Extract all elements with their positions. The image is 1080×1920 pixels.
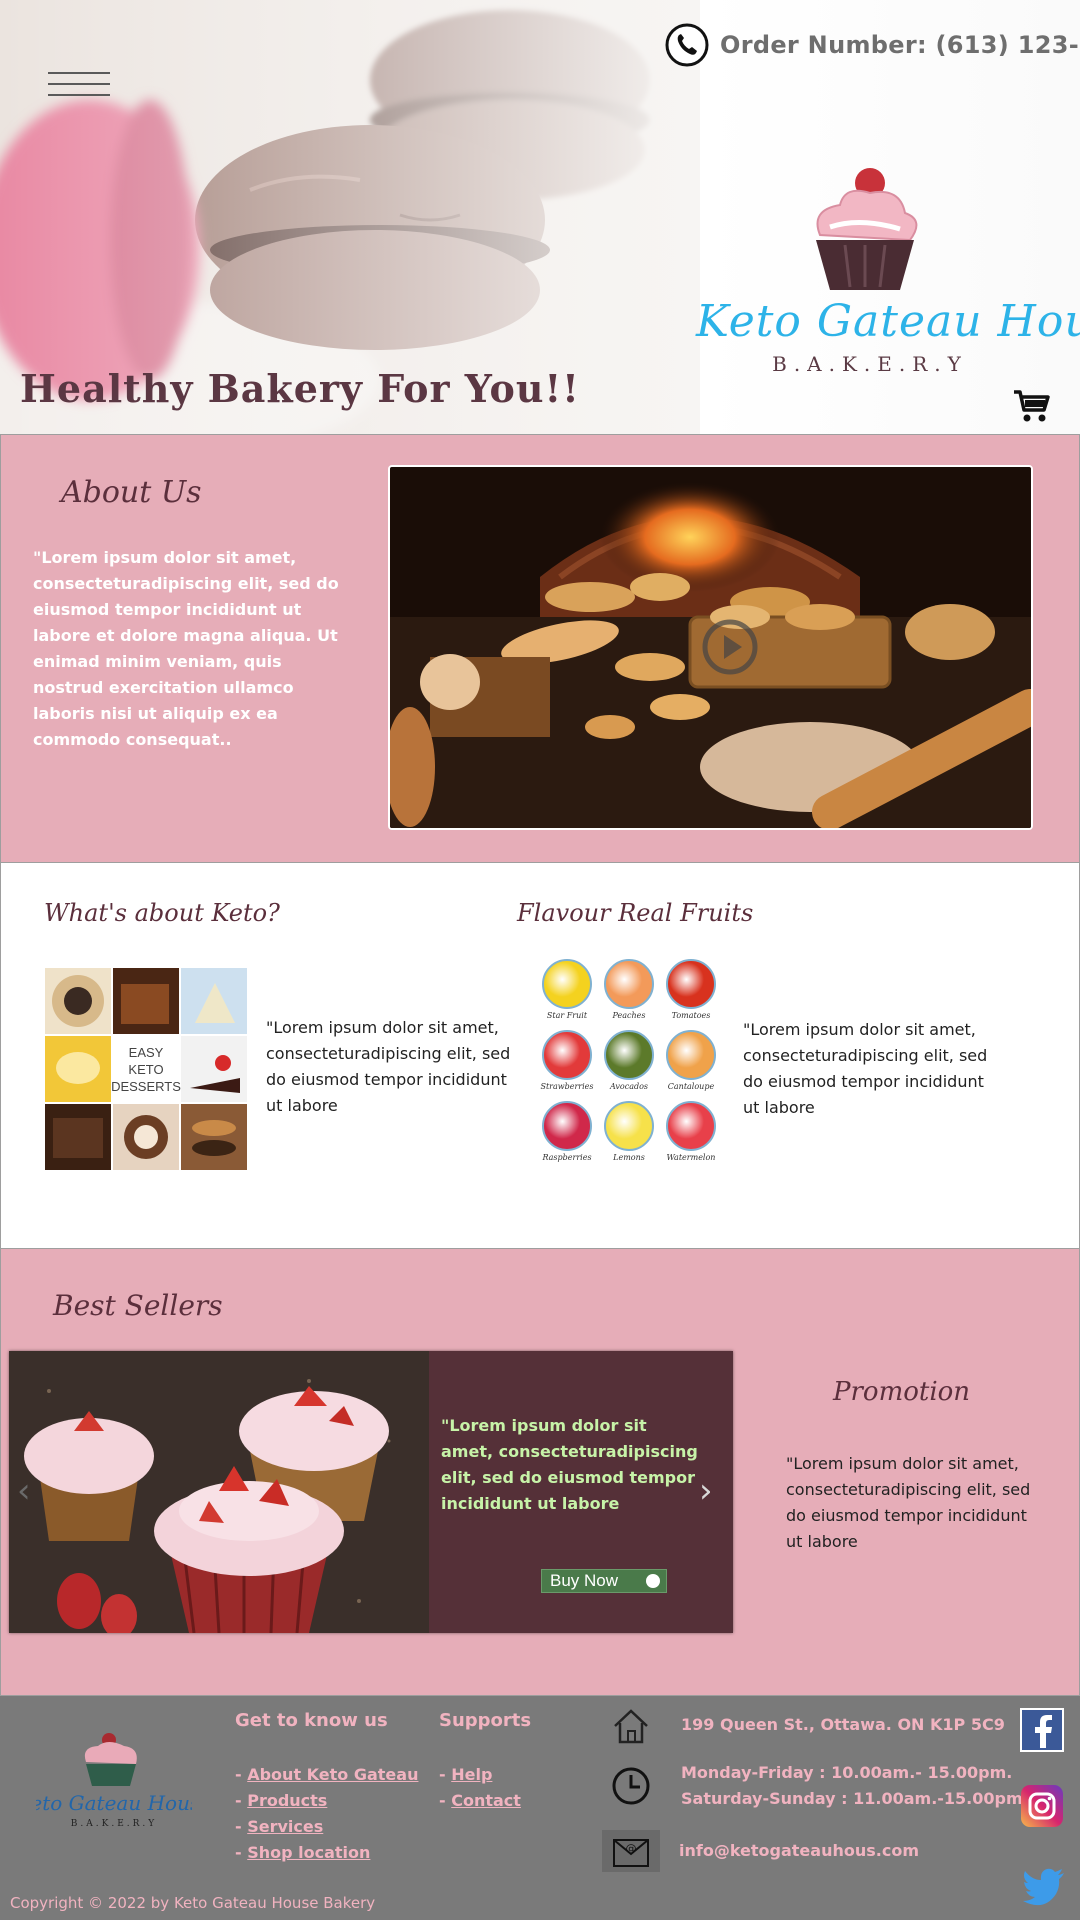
supports-links: - Help - Contact: [439, 1762, 521, 1814]
fruit-image: [604, 959, 654, 1009]
supports-heading: Supports: [439, 1710, 532, 1731]
fruit-label: Strawberries: [540, 1082, 594, 1091]
footer-link-location: - Shop location: [235, 1843, 371, 1862]
slide-text: "Lorem ipsum dolor sit amet, consectetur…: [441, 1416, 698, 1513]
site-footer: Keto Gateau House B.A.K.E.R.Y Get to kno…: [0, 1696, 1080, 1920]
fruit-label: Cantaloupe: [667, 1082, 715, 1091]
fruit-image: [604, 1101, 654, 1151]
fruit-label: Star Fruit: [546, 1011, 588, 1020]
footer-link-about: - About Keto Gateau: [235, 1765, 419, 1784]
home-icon: [614, 1709, 648, 1744]
shop-location-link[interactable]: Shop location: [247, 1843, 370, 1862]
fruit-image: [542, 1030, 592, 1080]
fruit-item: Lemons: [599, 1101, 659, 1171]
order-phone[interactable]: Order Number: (613) 123-4567: [664, 22, 1080, 68]
fruit-item: Watermelon: [661, 1101, 721, 1171]
get-to-know-links: - About Keto Gateau - Products - Service…: [235, 1762, 418, 1866]
email-text[interactable]: info@ketogateauhous.com: [679, 1838, 919, 1864]
logo-subtitle: B.A.K.E.R.Y: [772, 352, 968, 376]
bakery-video[interactable]: [388, 465, 1033, 830]
about-text: "Lorem ipsum dolor sit amet, consectetur…: [33, 548, 339, 749]
about-link[interactable]: About Keto Gateau: [247, 1765, 418, 1784]
footer-logo-title: Keto Gateau House: [36, 1791, 192, 1815]
hours-weekend: Saturday-Sunday : 11.00am.-15.00pm.: [681, 1789, 1029, 1808]
fruit-item: Tomatoes: [661, 959, 721, 1029]
footer-logo-subtitle: B.A.K.E.R.Y: [71, 1819, 157, 1829]
fruit-item: Strawberries: [537, 1030, 597, 1100]
fruit-image: [542, 959, 592, 1009]
help-link[interactable]: Help: [451, 1765, 492, 1784]
fruit-image: [542, 1101, 592, 1151]
phone-icon: [665, 23, 709, 67]
order-number-text: Order Number: (613) 123-4567: [720, 31, 1080, 59]
footer-logo[interactable]: Keto Gateau House B.A.K.E.R.Y: [15, 1732, 212, 1832]
keto-caption-1: EASY: [129, 1045, 164, 1060]
hero-tagline: Healthy Bakery For You!!: [20, 366, 580, 411]
fruits-heading: Flavour Real Fruits: [517, 899, 754, 927]
buy-now-label: Buy Now: [550, 1571, 619, 1590]
fruit-grid: Star Fruit Peaches Tomatoes Strawberries Avo…: [537, 959, 717, 1169]
fruit-label: Peaches: [612, 1011, 646, 1020]
keto-heading: What's about Keto?: [44, 899, 280, 927]
fruit-label: Raspberries: [542, 1153, 592, 1162]
footer-link-services: - Services: [235, 1817, 324, 1836]
fruit-item: Raspberries: [537, 1101, 597, 1171]
keto-caption-2: KETO: [128, 1062, 163, 1077]
fruit-label: Watermelon: [666, 1153, 716, 1162]
fruit-label: Avocados: [609, 1082, 649, 1091]
footer-link-contact: - Contact: [439, 1791, 521, 1810]
fruit-image: [666, 959, 716, 1009]
clock-icon: [612, 1767, 650, 1805]
best-sellers-slider: "Lorem ipsum dolor sit amet, consectetur…: [9, 1351, 733, 1633]
best-sellers-section: Best Sellers "Lorem ipsum dolor sit amet…: [0, 1249, 1080, 1696]
cart-icon[interactable]: [1012, 388, 1050, 424]
fruit-item: Peaches: [599, 959, 659, 1029]
about-heading: About Us: [61, 475, 202, 510]
footer-link-products: - Products: [235, 1791, 328, 1810]
keto-text: "Lorem ipsum dolor sit amet, consectetur…: [266, 1018, 511, 1115]
about-section: About Us "Lorem ipsum dolor sit amet, co…: [0, 434, 1080, 863]
svg-text:@: @: [626, 1842, 637, 1855]
fruits-text: "Lorem ipsum dolor sit amet, consectetur…: [743, 1020, 988, 1117]
footer-link-help: - Help: [439, 1765, 493, 1784]
best-sellers-heading: Best Sellers: [53, 1289, 223, 1322]
buy-now-button[interactable]: Buy Now: [541, 1569, 667, 1593]
services-link[interactable]: Services: [247, 1817, 323, 1836]
fruit-image: [604, 1030, 654, 1080]
contact-link[interactable]: Contact: [451, 1791, 521, 1810]
promotion-text: "Lorem ipsum dolor sit amet, consectetur…: [786, 1454, 1031, 1551]
get-to-know-heading: Get to know us: [235, 1710, 388, 1731]
fruit-image: [666, 1030, 716, 1080]
cupcake-logo-icon: [816, 168, 918, 290]
fruit-item: Star Fruit: [537, 959, 597, 1029]
keto-desserts-image: EASY KETO DESSERTS: [45, 968, 247, 1170]
twitter-icon[interactable]: [1022, 1864, 1066, 1908]
keto-caption-3: DESSERTS: [111, 1079, 181, 1094]
fruit-label: Tomatoes: [671, 1011, 711, 1020]
keto-section: What's about Keto? EASY KETO DESSERTS "L…: [0, 863, 1080, 1249]
logo-title: Keto Gateau House: [696, 296, 1080, 347]
address-text: 199 Queen St., Ottawa. ON K1P 5C9: [681, 1715, 1005, 1734]
promotion-heading: Promotion: [833, 1377, 971, 1407]
slider-next-arrow[interactable]: ›: [699, 1471, 713, 1511]
instagram-icon[interactable]: [1020, 1784, 1064, 1828]
facebook-icon[interactable]: [1020, 1708, 1064, 1752]
email-icon[interactable]: @: [602, 1830, 660, 1872]
fruit-label: Lemons: [613, 1153, 645, 1162]
fruit-image: [666, 1101, 716, 1151]
hamburger-menu-icon[interactable]: [48, 72, 110, 102]
fruit-item: Cantaloupe: [661, 1030, 721, 1100]
hours-weekday: Monday-Friday : 10.00am.- 15.00pm.: [681, 1763, 1013, 1782]
cupcakes-image: [9, 1351, 429, 1633]
hero-banner: Order Number: (613) 123-4567 Keto Gateau…: [0, 0, 1080, 434]
products-link[interactable]: Products: [247, 1791, 327, 1810]
copyright-text: Copyright © 2022 by Keto Gateau House Ba…: [10, 1894, 376, 1912]
slider-prev-arrow[interactable]: ‹: [17, 1471, 31, 1511]
fruit-item: Avocados: [599, 1030, 659, 1100]
play-icon[interactable]: [700, 617, 760, 677]
cart-small-icon: [646, 1574, 660, 1588]
